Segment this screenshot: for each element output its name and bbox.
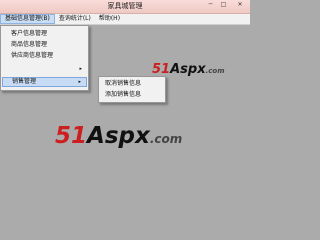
menu-bar: 基础信息管理(B) 查询统计(L) 帮助(H) — [0, 14, 250, 25]
menu-query-stats[interactable]: 查询统计(L) — [55, 14, 95, 24]
menu-item-add-sales[interactable]: 添加销售信息 — [105, 90, 141, 100]
menu-item-unlabeled[interactable]: ▸ — [2, 64, 87, 74]
watermark-logo-large: 51Aspx.com — [55, 123, 183, 149]
menu-item-cancel-sales[interactable]: 取消销售信息 — [105, 79, 141, 89]
chevron-right-icon: ▸ — [79, 66, 82, 72]
menu-help[interactable]: 帮助(H) — [95, 14, 124, 24]
menu-basic-info[interactable]: 基础信息管理(B) — [0, 14, 55, 24]
chevron-right-icon: ▸ — [78, 79, 81, 85]
title-bar: 家具城管理 ─ □ ✕ — [0, 0, 250, 14]
sales-submenu: 取消销售信息 添加销售信息 — [98, 76, 166, 103]
menu-item-product-info[interactable]: 商品信息管理 — [2, 40, 87, 50]
maximize-icon[interactable]: □ — [217, 0, 230, 10]
app-window: 家具城管理 ─ □ ✕ 基础信息管理(B) 查询统计(L) 帮助(H) 51As… — [0, 0, 250, 230]
watermark-logo-medium: 51Aspx.com — [152, 62, 225, 77]
menu-item-sales[interactable]: 销售管理 ▸ — [2, 77, 87, 87]
window-controls: ─ □ ✕ — [204, 0, 250, 11]
minimize-icon[interactable]: ─ — [204, 0, 217, 10]
close-icon[interactable]: ✕ — [230, 0, 250, 10]
menu-item-supplier-info[interactable]: 供应商信息管理 — [2, 51, 87, 61]
menu-item-customer-info[interactable]: 客户信息管理 — [2, 29, 87, 39]
basic-info-dropdown: 客户信息管理 商品信息管理 供应商信息管理 ▸ 销售管理 ▸ — [0, 25, 89, 91]
